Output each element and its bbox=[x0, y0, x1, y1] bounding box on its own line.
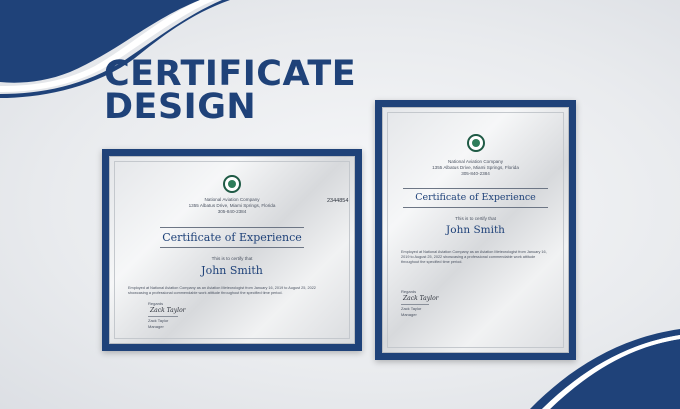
signer-name: Zack Taylor bbox=[401, 306, 422, 311]
signer-role: Manager bbox=[401, 312, 417, 317]
company-seal-icon bbox=[466, 134, 485, 152]
company-address: 1355 Albatus Drive, Miami Springs, Flori… bbox=[432, 165, 519, 170]
title-rule-bottom bbox=[160, 247, 304, 248]
signer-role: Manager bbox=[148, 324, 164, 329]
title-rule-bottom bbox=[403, 207, 548, 208]
company-name: National Aviation Company bbox=[447, 159, 504, 164]
signature-line bbox=[148, 316, 178, 317]
company-seal-icon bbox=[223, 175, 241, 193]
certificate-body: Employed at National Aviation Company as… bbox=[128, 285, 316, 295]
certify-intro: This is to certify that bbox=[455, 216, 496, 221]
headline-line-2: DESIGN bbox=[104, 87, 257, 127]
signature-image: Zack Taylor bbox=[403, 295, 439, 302]
company-name: National Aviation Company bbox=[204, 197, 260, 202]
signature-image: Zack Taylor bbox=[150, 307, 186, 314]
certificate-landscape: National Aviation Company 1355 Albatus D… bbox=[102, 149, 362, 351]
certify-intro: This is to certify that bbox=[211, 256, 253, 261]
signer-name: Zack Taylor bbox=[148, 318, 169, 323]
company-phone: 305-840-2384 bbox=[217, 209, 247, 214]
recipient-name: John Smith bbox=[201, 264, 263, 277]
stray-number: 2344854 bbox=[327, 198, 349, 204]
regards-label: Regards bbox=[148, 301, 164, 306]
certificate-landscape-paper: National Aviation Company 1355 Albatus D… bbox=[109, 156, 355, 344]
certificate-title: Certificate of Experience bbox=[162, 231, 302, 244]
company-address: 1355 Albatus Drive, Miami Springs, Flori… bbox=[188, 203, 276, 208]
certificate-portrait-paper: National Aviation Company 1355 Albatus D… bbox=[382, 107, 569, 353]
certificate-title: Certificate of Experience bbox=[415, 192, 536, 203]
title-rule-top bbox=[160, 227, 304, 228]
title-rule-top bbox=[403, 188, 548, 189]
page-headline: CERTIFICATE DESIGN bbox=[104, 57, 356, 127]
recipient-name: John Smith bbox=[446, 224, 505, 236]
company-phone: 305-840-2384 bbox=[461, 171, 490, 176]
signature-line bbox=[401, 304, 429, 305]
certificate-portrait: National Aviation Company 1355 Albatus D… bbox=[375, 100, 576, 360]
regards-label: Regards bbox=[401, 289, 417, 294]
certificate-body: Employed at National Aviation Company as… bbox=[401, 249, 547, 264]
